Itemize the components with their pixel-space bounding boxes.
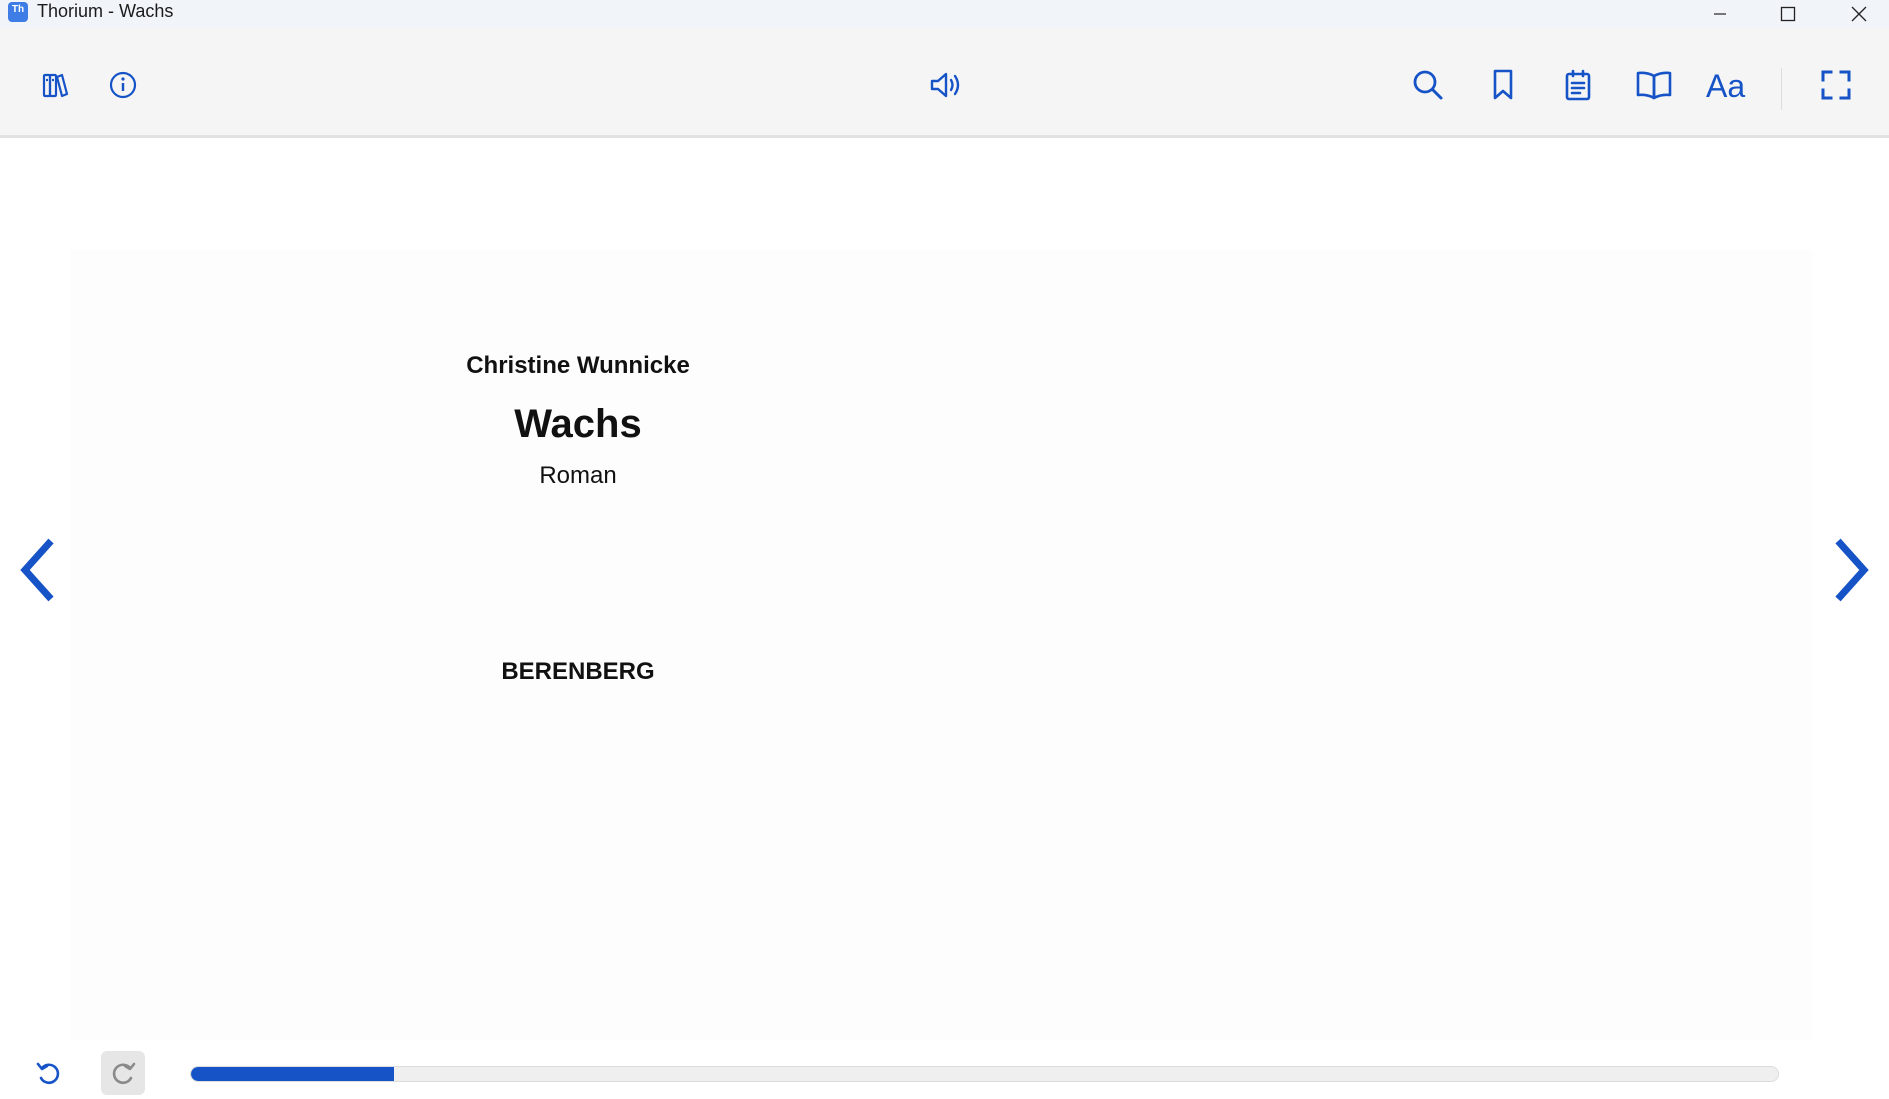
- table-of-contents-button[interactable]: [1630, 61, 1678, 109]
- text-settings-button[interactable]: Aa: [1704, 61, 1752, 109]
- info-button[interactable]: [99, 61, 147, 109]
- minimize-icon: [1714, 13, 1726, 15]
- reading-progress-bar[interactable]: [190, 1066, 1779, 1082]
- window-titlebar: Th Thorium - Wachs: [0, 0, 1889, 28]
- maximize-button[interactable]: [1759, 0, 1817, 28]
- thorium-app-icon: Th: [8, 2, 28, 22]
- library-button[interactable]: [31, 61, 79, 109]
- book-publisher: BERENBERG: [501, 658, 655, 685]
- search-icon: [1413, 70, 1443, 100]
- text-settings-icon: Aa: [1706, 68, 1745, 102]
- next-page-button[interactable]: [1827, 535, 1877, 605]
- notes-icon: [1565, 69, 1591, 101]
- book-author: Christine Wunnicke: [466, 352, 690, 379]
- svg-text:Aa: Aa: [1706, 68, 1745, 102]
- bookmark-icon: [1493, 69, 1513, 100]
- toc-icon: [1636, 71, 1672, 100]
- toolbar-separator: [1781, 68, 1782, 110]
- redo-icon: [112, 1062, 136, 1085]
- history-forward-button[interactable]: [101, 1051, 145, 1095]
- minimize-button[interactable]: [1691, 0, 1749, 28]
- book-subtitle: Roman: [539, 462, 617, 489]
- reading-progress-fill: [191, 1067, 395, 1081]
- previous-page-button[interactable]: [12, 535, 62, 605]
- read-aloud-icon: [930, 72, 960, 98]
- close-icon: [1851, 6, 1867, 22]
- read-aloud-button[interactable]: [922, 61, 970, 109]
- library-icon: [42, 73, 69, 98]
- chevron-left-icon: [20, 538, 54, 602]
- chevron-right-icon: [1835, 538, 1869, 602]
- undo-icon: [36, 1062, 60, 1085]
- fullscreen-icon: [1821, 70, 1851, 100]
- close-window-button[interactable]: [1830, 0, 1888, 28]
- search-button[interactable]: [1404, 61, 1452, 109]
- reader-toolbar: Aa: [0, 28, 1889, 138]
- notes-button[interactable]: [1554, 61, 1602, 109]
- history-back-button[interactable]: [27, 1051, 71, 1095]
- fullscreen-button[interactable]: [1812, 61, 1860, 109]
- book-page: Christine Wunnicke Wachs Roman BERENBERG: [70, 250, 1812, 1040]
- bookmark-button[interactable]: [1479, 61, 1527, 109]
- info-icon: [109, 71, 137, 99]
- maximize-icon: [1780, 6, 1796, 22]
- window-title: Thorium - Wachs: [37, 1, 174, 21]
- book-title: Wachs: [514, 402, 642, 446]
